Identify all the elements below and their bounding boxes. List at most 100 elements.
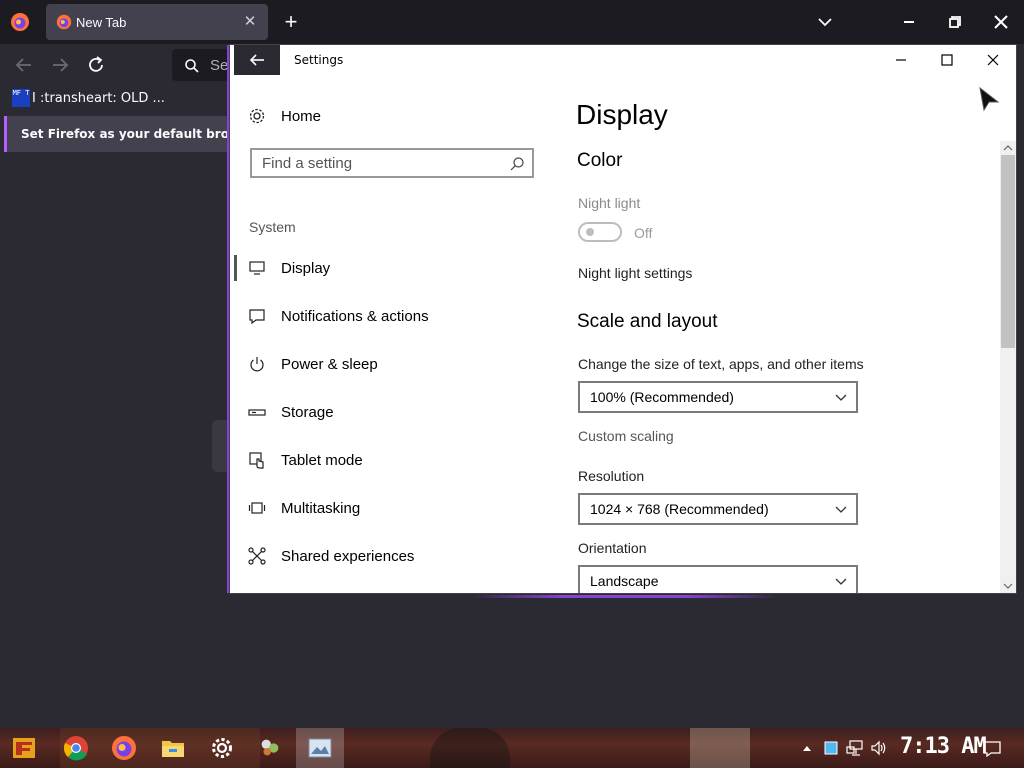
nav-item-notifications[interactable]: Notifications & actions — [248, 305, 518, 331]
chevron-up-icon[interactable] — [800, 739, 814, 757]
bookmark-item[interactable]: I :transheart: OLD ... — [32, 91, 165, 106]
active-indicator — [234, 255, 237, 281]
network-icon[interactable] — [846, 739, 864, 757]
firefox-menu-icon[interactable] — [10, 12, 30, 32]
settings-gear-icon[interactable] — [208, 734, 236, 762]
close-window-icon[interactable] — [970, 45, 1016, 75]
close-window-icon[interactable] — [986, 8, 1016, 36]
content-scrollbar[interactable] — [1000, 141, 1016, 593]
firefox-icon[interactable] — [110, 734, 138, 762]
notification-icon — [249, 309, 265, 325]
notification-text: Set Firefox as your default browser — [21, 127, 262, 141]
scrollbar-thumb[interactable] — [1001, 155, 1015, 348]
photos-icon[interactable] — [306, 734, 334, 762]
taskbar: 7:13 AM — [0, 728, 1024, 768]
nav-item-multitasking[interactable]: Multitasking — [248, 497, 518, 523]
nav-item-tablet-mode[interactable]: Tablet mode — [248, 449, 518, 475]
scale-layout-heading: Scale and layout — [577, 311, 718, 332]
orientation-dropdown[interactable]: Landscape — [578, 565, 858, 593]
url-placeholder: Se — [210, 57, 229, 74]
scroll-up-icon[interactable] — [1000, 141, 1016, 155]
chevron-down-icon — [835, 394, 847, 401]
firefox-tab-strip: New Tab ✕ + — [0, 0, 1024, 44]
chevron-down-icon — [835, 578, 847, 585]
chevron-down-icon — [835, 506, 847, 513]
window-glow-decoration — [470, 595, 780, 598]
forward-arrow-icon[interactable] — [49, 54, 71, 76]
multitasking-icon — [248, 502, 266, 514]
new-tab-button[interactable]: + — [280, 9, 302, 35]
night-light-state: Off — [634, 225, 653, 241]
tablet-mode-icon — [249, 452, 264, 469]
nav-item-label: Multitasking — [281, 500, 361, 517]
nav-item-shared-experiences[interactable]: Shared experiences — [248, 545, 518, 571]
nav-home-label: Home — [281, 108, 322, 125]
nav-item-label: Notifications & actions — [281, 308, 429, 325]
close-tab-icon[interactable]: ✕ — [240, 12, 260, 32]
nav-item-display[interactable]: Display — [248, 257, 518, 283]
night-light-toggle[interactable] — [578, 222, 622, 242]
page-title: Display — [576, 99, 668, 130]
nav-section-heading: System — [249, 219, 296, 235]
nav-item-label: Power & sleep — [281, 356, 378, 373]
bookmark-favicon: MF T — [12, 89, 30, 107]
settings-window: Settings Home Find a setting System Disp… — [230, 45, 1016, 593]
orientation-label: Orientation — [578, 540, 647, 556]
reload-icon[interactable] — [85, 54, 107, 76]
maximize-icon[interactable] — [924, 45, 970, 75]
search-icon — [510, 157, 524, 171]
custom-scaling-link[interactable]: Custom scaling — [578, 428, 674, 444]
mouse-cursor-icon — [979, 86, 1000, 112]
nav-item-storage[interactable]: Storage — [248, 401, 518, 427]
action-center-icon[interactable] — [982, 739, 1002, 759]
resolution-dropdown[interactable]: 1024 × 768 (Recommended) — [578, 493, 858, 525]
wallpaper-decoration — [690, 728, 750, 768]
tab-title: New Tab — [76, 15, 127, 30]
scale-value: 100% (Recommended) — [590, 389, 734, 405]
back-button[interactable] — [234, 45, 280, 75]
back-arrow-icon[interactable] — [13, 54, 35, 76]
restore-icon[interactable] — [940, 8, 970, 36]
nav-item-label: Storage — [281, 404, 334, 421]
volume-icon[interactable] — [870, 739, 888, 757]
chrome-icon[interactable] — [62, 734, 90, 762]
scroll-down-icon[interactable] — [1000, 579, 1016, 593]
storage-icon — [248, 409, 266, 416]
orientation-value: Landscape — [590, 573, 659, 589]
resolution-label: Resolution — [578, 468, 645, 484]
power-icon — [250, 357, 264, 372]
nav-item-power-sleep[interactable]: Power & sleep — [248, 353, 518, 379]
settings-title-bar: Settings — [230, 45, 1016, 75]
file-explorer-icon[interactable] — [159, 734, 187, 762]
window-title: Settings — [294, 53, 344, 67]
scale-label: Change the size of text, apps, and other… — [578, 356, 864, 372]
nav-item-label: Display — [281, 260, 331, 277]
wallpaper-decoration — [430, 728, 510, 768]
monitor-icon — [249, 261, 265, 275]
find-setting-input[interactable]: Find a setting — [250, 148, 534, 178]
resolution-value: 1024 × 768 (Recommended) — [590, 501, 769, 517]
night-light-label: Night light — [578, 195, 641, 211]
toggle-knob — [586, 228, 594, 236]
color-heading: Color — [577, 150, 623, 171]
night-light-settings-link[interactable]: Night light settings — [578, 265, 692, 281]
minimize-icon[interactable] — [894, 8, 924, 36]
nav-item-label: Shared experiences — [281, 548, 415, 565]
minimize-icon[interactable] — [878, 45, 924, 75]
chevron-down-icon[interactable] — [815, 12, 835, 32]
clock[interactable]: 7:13 AM — [900, 734, 987, 759]
nav-item-label: Tablet mode — [281, 452, 363, 469]
tray-app-icon[interactable] — [822, 739, 840, 757]
search-placeholder: Find a setting — [262, 155, 353, 172]
browser-tab[interactable]: New Tab ✕ — [46, 4, 268, 40]
nav-home[interactable]: Home — [248, 105, 518, 129]
gear-icon — [249, 108, 265, 124]
shared-experiences-icon — [248, 547, 266, 565]
app-icon[interactable] — [257, 734, 283, 762]
default-browser-notification[interactable]: Set Firefox as your default browser — [4, 116, 261, 152]
scale-dropdown[interactable]: 100% (Recommended) — [578, 381, 858, 413]
search-icon — [185, 59, 199, 73]
start-icon[interactable] — [10, 734, 38, 762]
firefox-tab-icon — [56, 14, 72, 30]
back-arrow-icon — [249, 54, 264, 66]
